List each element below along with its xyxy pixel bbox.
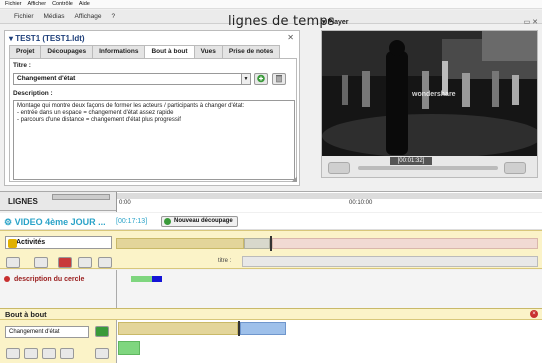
os-menu-aide[interactable]: Aide bbox=[79, 0, 90, 8]
add-icon[interactable] bbox=[254, 73, 268, 85]
bout-a-bout-panel: Bout à bout × Changement d'état bbox=[0, 308, 542, 363]
zoom-slider[interactable] bbox=[52, 194, 110, 200]
timeline-segment[interactable] bbox=[272, 238, 538, 249]
pencil-icon bbox=[8, 239, 17, 248]
edit-icon[interactable] bbox=[60, 348, 74, 359]
delete-icon[interactable] bbox=[78, 257, 92, 268]
timeline-segment[interactable] bbox=[118, 341, 140, 355]
description-line: Montage qui montre deux façons de former… bbox=[17, 103, 245, 109]
new-cut-button[interactable]: Nouveau découpage bbox=[161, 216, 238, 227]
new-cut-label: Nouveau découpage bbox=[174, 218, 233, 224]
activities-name-field[interactable]: Activités bbox=[5, 236, 112, 249]
menu-fichier[interactable]: Fichier bbox=[14, 10, 34, 24]
track-divider bbox=[116, 270, 117, 312]
bout-a-bout-name-field[interactable]: Changement d'état bbox=[5, 326, 89, 338]
os-menu-bar: Fichier Afficher Contrôle Aide bbox=[0, 0, 542, 9]
project-panel: ▾ TEST1 (TEST1.ldt) ✕ Projet Découpages … bbox=[4, 30, 300, 186]
tab-prise-de-notes[interactable]: Prise de notes bbox=[221, 45, 281, 58]
timeline-scrollbar[interactable] bbox=[117, 193, 542, 199]
description-track-title[interactable]: description du cercle bbox=[4, 276, 84, 283]
track-divider bbox=[116, 320, 117, 363]
titre-select-value: Changement d'état bbox=[17, 75, 76, 82]
timeline-segment[interactable] bbox=[118, 322, 238, 335]
description-line: - entrée dans un espace = changement d'é… bbox=[17, 110, 174, 116]
lignes-label: LIGNES bbox=[8, 197, 38, 206]
tab-content: Titre : Changement d'état ▼ Description … bbox=[9, 58, 297, 182]
playback-slider[interactable] bbox=[358, 166, 498, 170]
titre-field[interactable] bbox=[242, 256, 538, 267]
player-panel: wondershare [00:01:32] bbox=[321, 30, 538, 178]
description-track: description du cercle bbox=[0, 270, 542, 312]
bout-a-bout-controls: Changement d'état bbox=[0, 320, 116, 363]
tab-bout-a-bout[interactable]: Bout à bout bbox=[144, 45, 195, 59]
settings-icon[interactable] bbox=[95, 348, 109, 359]
timeline-segment[interactable] bbox=[244, 238, 270, 249]
ruler-tick-label: 0:00 bbox=[119, 200, 131, 206]
bout-a-bout-title: Bout à bout bbox=[5, 310, 47, 319]
project-title: ▾ TEST1 (TEST1.ldt) bbox=[9, 34, 85, 43]
cut-tool-icon[interactable] bbox=[6, 257, 20, 268]
player-header: ▾ Player bbox=[322, 18, 349, 26]
close-icon[interactable]: ✕ bbox=[287, 33, 294, 42]
window-controls-icon[interactable]: ▭ ✕ bbox=[524, 18, 538, 26]
tab-vues[interactable]: Vues bbox=[193, 45, 223, 58]
chevron-down-icon[interactable]: ▼ bbox=[241, 74, 250, 84]
copy-icon[interactable] bbox=[24, 348, 38, 359]
delete-icon[interactable] bbox=[272, 73, 286, 85]
collapse-arrow-icon[interactable]: ▾ bbox=[322, 19, 326, 26]
description-track-label: description du cercle bbox=[13, 276, 85, 283]
timeline-segment[interactable] bbox=[152, 276, 162, 282]
play-icon[interactable] bbox=[95, 326, 109, 337]
collapse-arrow-icon[interactable]: ▾ bbox=[9, 34, 13, 43]
tab-decoupages[interactable]: Découpages bbox=[40, 45, 94, 58]
tab-informations[interactable]: Informations bbox=[92, 45, 146, 58]
expand-icon[interactable] bbox=[98, 257, 112, 268]
status-dot-icon bbox=[4, 276, 10, 282]
os-menu-afficher[interactable]: Afficher bbox=[28, 0, 47, 8]
ruler-tick-label: 00:10:00 bbox=[349, 200, 373, 206]
timeline-segment[interactable] bbox=[240, 322, 286, 335]
activities-label: Activités bbox=[16, 239, 46, 246]
video-title[interactable]: ⚙ VIDEO 4ème JOUR ... bbox=[4, 217, 106, 228]
timeline-segment[interactable] bbox=[131, 276, 152, 282]
titre-label: Titre : bbox=[13, 62, 31, 69]
delete-icon[interactable] bbox=[42, 348, 56, 359]
player-time: [00:01:32] bbox=[390, 157, 432, 165]
close-icon[interactable]: × bbox=[530, 310, 538, 318]
menu-affichage[interactable]: Affichage bbox=[74, 10, 101, 24]
play-button[interactable] bbox=[328, 162, 350, 174]
video-frame[interactable]: wondershare bbox=[322, 31, 537, 156]
add-icon bbox=[164, 218, 171, 225]
timeline-segment[interactable] bbox=[116, 238, 244, 249]
watermark-label: wondershare bbox=[412, 91, 456, 98]
settings-gear-icon[interactable]: ⚙ bbox=[4, 217, 12, 227]
tab-bar: Projet Découpages Informations Bout à bo… bbox=[9, 45, 281, 59]
resize-grip-icon[interactable]: ◢ bbox=[292, 175, 297, 183]
activities-track: Activités titre : bbox=[0, 230, 542, 269]
annotation-label: lignes de temps bbox=[228, 14, 335, 29]
bout-a-bout-header: Bout à bout × bbox=[0, 309, 542, 320]
volume-button[interactable] bbox=[504, 162, 526, 174]
description-line: - parcours d'une distance = changement d… bbox=[17, 117, 181, 123]
add-icon[interactable] bbox=[34, 257, 48, 268]
player-header-label: Player bbox=[327, 19, 349, 26]
titre-select[interactable]: Changement d'état ▼ bbox=[13, 73, 251, 85]
record-icon[interactable] bbox=[58, 257, 72, 268]
description-textarea[interactable]: Montage qui montre deux façons de former… bbox=[13, 100, 295, 180]
os-menu-controle[interactable]: Contrôle bbox=[52, 0, 73, 8]
menu-help[interactable]: ? bbox=[111, 10, 115, 24]
description-label: Description : bbox=[13, 90, 53, 97]
os-menu-fichier[interactable]: Fichier bbox=[5, 0, 22, 8]
project-title-label: TEST1 (TEST1.ldt) bbox=[15, 34, 85, 43]
menu-medias[interactable]: Médias bbox=[44, 10, 65, 24]
video-track-header: ⚙ VIDEO 4ème JOUR ... [00:17:13] Nouveau… bbox=[0, 213, 542, 230]
lignes-header: LIGNES 0:00 00:10:00 bbox=[0, 191, 542, 212]
video-title-label: VIDEO 4ème JOUR ... bbox=[14, 217, 106, 227]
cut-tool-icon[interactable] bbox=[6, 348, 20, 359]
video-duration: [00:17:13] bbox=[116, 218, 148, 225]
timeline-ruler[interactable]: 0:00 00:10:00 bbox=[116, 192, 542, 212]
tab-projet[interactable]: Projet bbox=[9, 45, 42, 58]
titre-field-label: titre : bbox=[218, 258, 232, 264]
